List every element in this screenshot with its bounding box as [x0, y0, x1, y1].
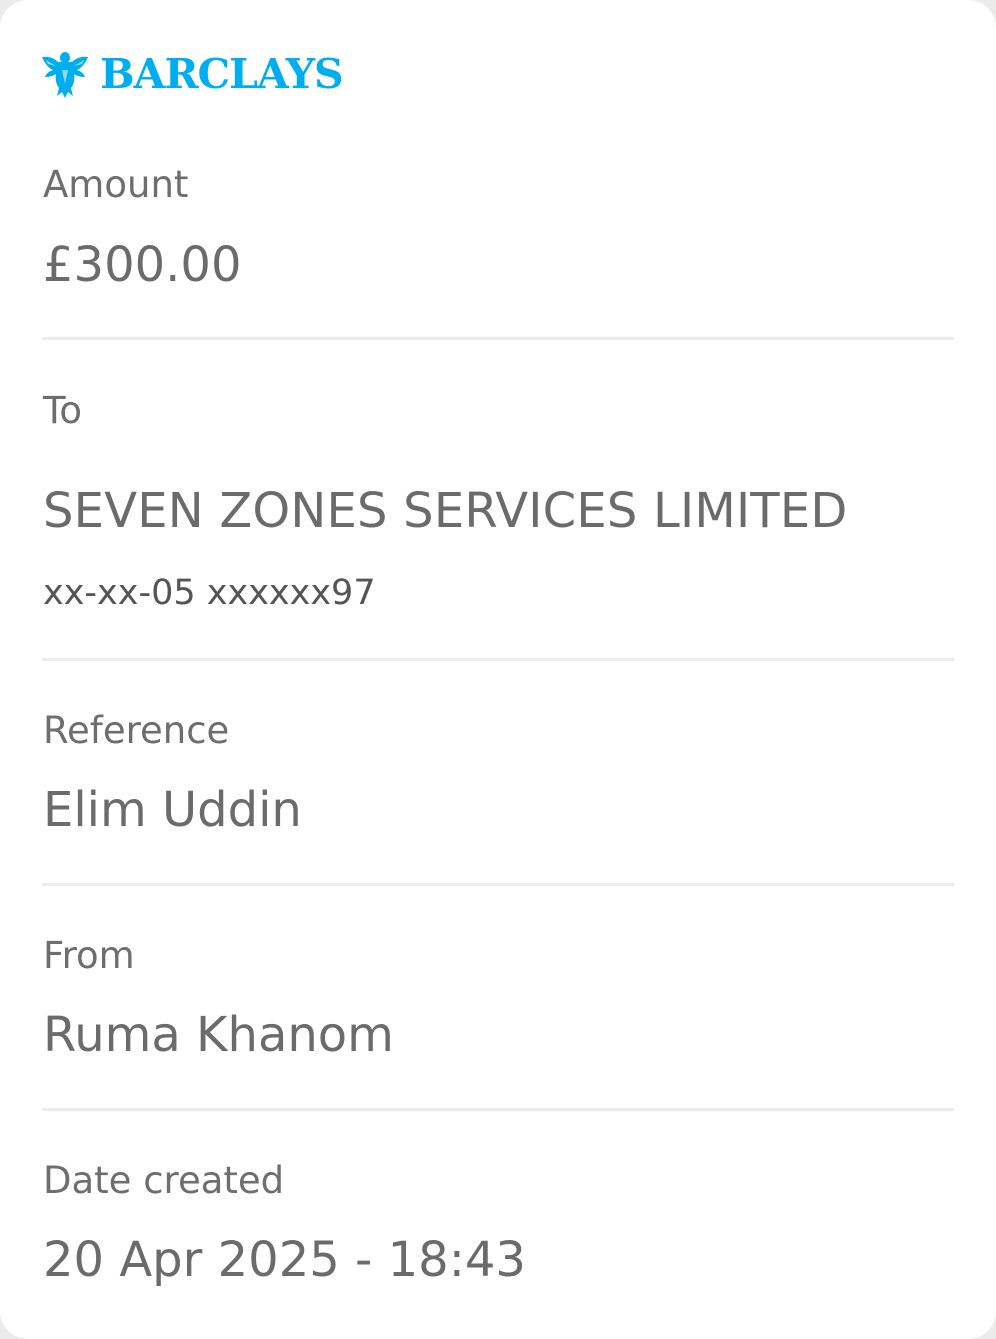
divider [42, 883, 954, 886]
from-label: From [43, 934, 135, 977]
divider [42, 1108, 954, 1111]
eagle-icon [42, 52, 88, 98]
from-value: Ruma Khanom [43, 1007, 394, 1063]
date-created-value: 20 Apr 2025 - 18:43 [43, 1232, 526, 1288]
divider [42, 658, 954, 661]
payee-account-number: xx-xx-05 xxxxxx97 [43, 573, 376, 613]
reference-label: Reference [43, 709, 230, 752]
amount-label: Amount [43, 163, 189, 206]
brand-name: BARCLAYS [100, 50, 344, 98]
payee-name: SEVEN ZONES SERVICES LIMITED [43, 483, 848, 539]
payment-receipt-card: BARCLAYS Amount £300.00 To SEVEN ZONES S… [0, 0, 996, 1339]
to-label: To [43, 389, 82, 432]
barclays-logo: BARCLAYS [40, 44, 344, 104]
amount-value: £300.00 [43, 237, 242, 293]
divider [42, 337, 954, 340]
date-created-label: Date created [43, 1159, 285, 1202]
reference-value: Elim Uddin [43, 782, 302, 838]
